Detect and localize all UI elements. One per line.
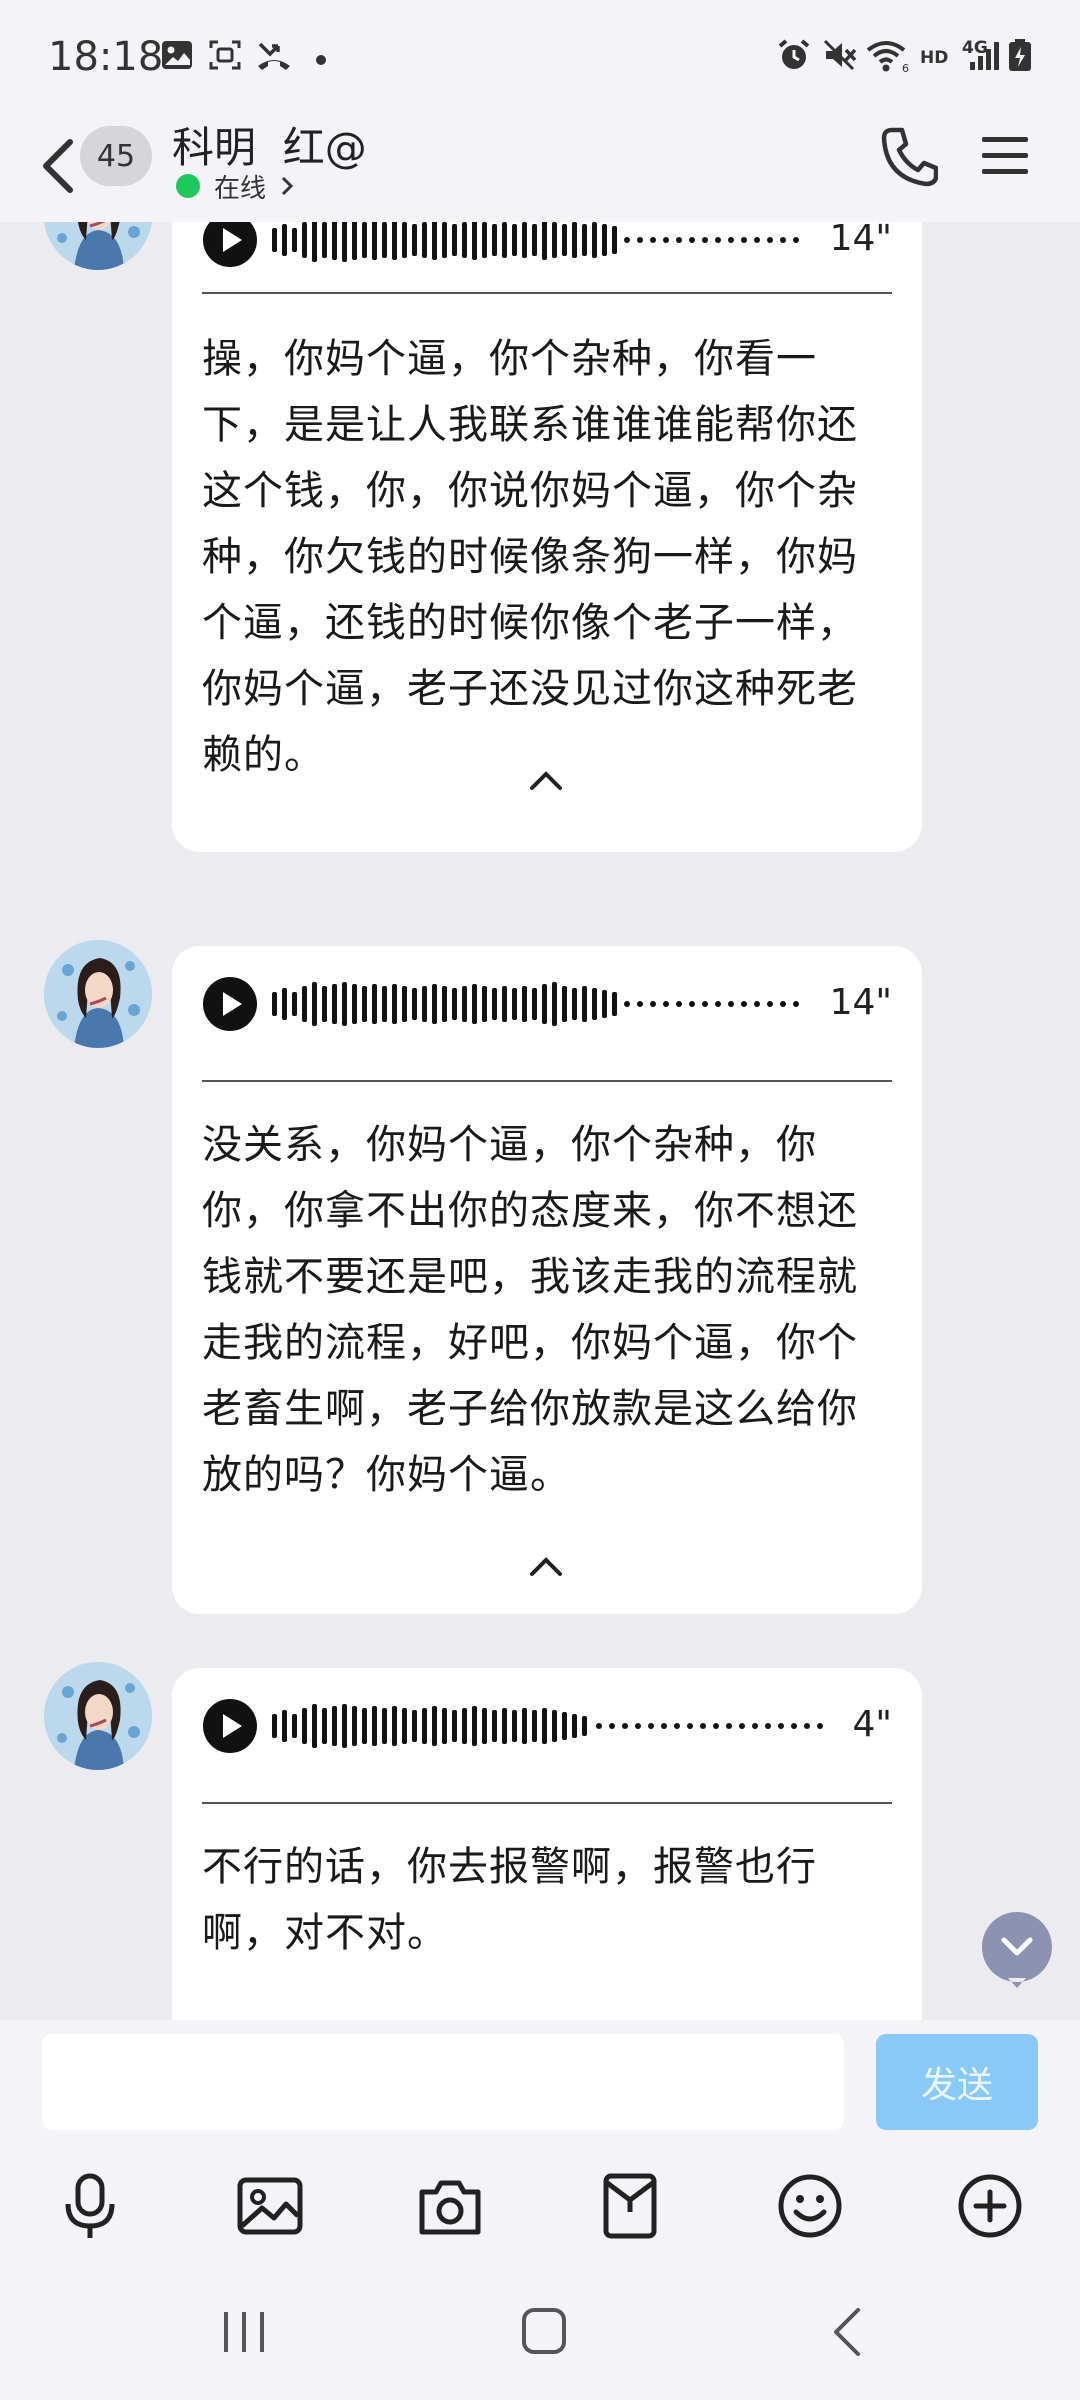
svg-text:6: 6 — [902, 62, 909, 72]
voice-message-bubble[interactable]: 14" 操，你妈个逼，你个杂种，你看一下，是是让人我联系谁谁谁能帮你还这个钱，你… — [172, 222, 922, 852]
transcript-divider — [202, 1802, 892, 1804]
collapse-transcript-icon[interactable] — [526, 1554, 566, 1580]
back-arrow-icon[interactable] — [34, 128, 82, 204]
voice-message-bubble[interactable]: 4" 不行的话，你去报警啊，报警也行啊，对不对。 — [172, 1668, 922, 2020]
play-icon[interactable] — [202, 222, 258, 268]
voice-waveform[interactable] — [272, 974, 812, 1034]
camera-icon[interactable] — [414, 2170, 486, 2242]
message-input[interactable] — [42, 2034, 844, 2130]
battery-icon — [1009, 39, 1031, 71]
voice-duration: 14" — [829, 982, 892, 1023]
wifi-icon: 6 — [866, 41, 909, 72]
voice-message-bubble[interactable]: 14" 没关系，你妈个逼，你个杂种，你你，你拿不出你的态度来，你不想还钱就不要还… — [172, 946, 922, 1614]
play-icon[interactable] — [202, 976, 258, 1032]
microphone-icon[interactable] — [54, 2170, 126, 2242]
red-packet-icon[interactable] — [594, 2170, 666, 2242]
voice-player[interactable]: 14" — [202, 222, 892, 272]
alarm-icon — [778, 39, 810, 69]
nav-back-icon[interactable] — [824, 2304, 872, 2360]
missed-call-notification-icon — [258, 42, 290, 70]
sender-avatar[interactable] — [44, 222, 152, 270]
voice-transcript: 不行的话，你去报警啊，报警也行啊，对不对。 — [202, 1844, 817, 1956]
voice-transcript: 操，你妈个逼，你个杂种，你看一下，是是让人我联系谁谁谁能帮你还这个钱，你，你说你… — [202, 336, 858, 778]
more-notifications-dot-icon — [316, 55, 326, 65]
system-nav-bar — [0, 2260, 1080, 2400]
play-icon[interactable] — [202, 1698, 258, 1754]
transcript-divider — [202, 292, 892, 294]
online-dot-icon — [176, 174, 200, 198]
avatar-photo — [44, 940, 152, 1048]
unread-count-badge[interactable]: 45 — [80, 126, 152, 186]
chat-title[interactable]: 科明 红@ — [172, 114, 367, 175]
mute-icon — [823, 39, 857, 71]
voice-transcript: 没关系，你妈个逼，你个杂种，你你，你拿不出你的态度来，你不想还钱就不要还是吧，我… — [202, 1122, 858, 1498]
online-status[interactable]: 在线 — [176, 168, 294, 204]
voice-waveform[interactable] — [272, 1696, 842, 1756]
avatar-photo — [44, 1662, 152, 1770]
screenshot-notification-icon — [209, 40, 241, 70]
voice-player[interactable]: 14" — [202, 972, 892, 1036]
emoji-icon[interactable] — [774, 2170, 846, 2242]
status-bar: 18:18 6 HD 4G — [0, 0, 1080, 120]
scroll-to-bottom-button[interactable] — [980, 1910, 1054, 1990]
input-bar: 发送 — [0, 2020, 1080, 2150]
signal-icon — [970, 42, 999, 70]
waveform-bars — [272, 982, 799, 1026]
chat-header: 45 科明 红@ 在线 — [0, 120, 1080, 222]
chevron-right-icon — [281, 176, 294, 196]
send-button[interactable]: 发送 — [876, 2034, 1038, 2130]
online-status-label: 在线 — [214, 173, 267, 204]
waveform-bars — [272, 1704, 823, 1748]
menu-icon[interactable] — [980, 134, 1030, 178]
hd-label: HD — [920, 48, 949, 68]
waveform-bars — [272, 222, 799, 262]
chat-toolbar — [0, 2150, 1080, 2260]
message-list[interactable]: 14" 操，你妈个逼，你个杂种，你看一下，是是让人我联系谁谁谁能帮你还这个钱，你… — [0, 222, 1080, 2020]
transcript-divider — [202, 1080, 892, 1082]
phone-call-icon[interactable] — [880, 126, 938, 188]
avatar-photo — [44, 222, 152, 270]
status-time: 18:18 — [48, 34, 164, 80]
voice-player[interactable]: 4" — [202, 1694, 892, 1758]
voice-duration: 14" — [829, 222, 892, 259]
voice-waveform[interactable] — [272, 222, 812, 270]
image-icon[interactable] — [234, 2170, 306, 2242]
home-icon[interactable] — [516, 2304, 572, 2360]
voice-duration: 4" — [852, 1704, 892, 1745]
gallery-notification-icon — [162, 41, 192, 69]
collapse-transcript-icon[interactable] — [526, 768, 566, 794]
sender-avatar[interactable] — [44, 940, 152, 1048]
sender-avatar[interactable] — [44, 1662, 152, 1770]
recent-apps-icon[interactable] — [216, 2304, 272, 2360]
plus-icon[interactable] — [954, 2170, 1026, 2242]
